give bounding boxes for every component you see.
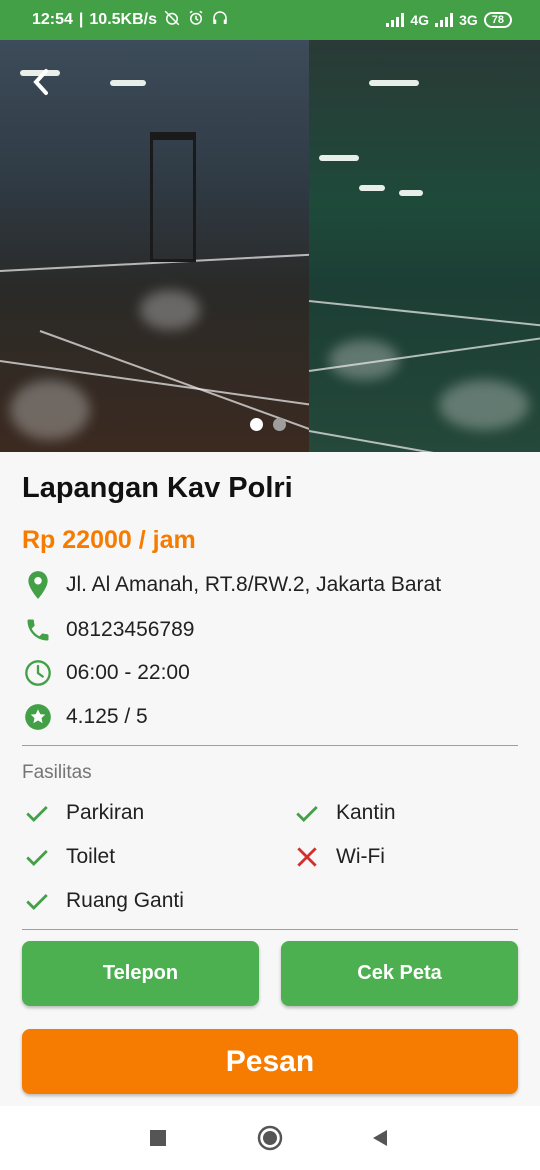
system-nav-bar <box>0 1106 540 1170</box>
back-nav-button[interactable] <box>366 1124 394 1152</box>
phone-icon <box>22 614 54 646</box>
map-button[interactable]: Cek Peta <box>281 941 518 1006</box>
phone-row: 08123456789 <box>22 613 194 647</box>
facility-item: Ruang Ganti <box>22 886 184 916</box>
chevron-left-icon <box>33 69 48 95</box>
venue-name: Lapangan Kav Polri <box>22 472 293 504</box>
page-dot[interactable] <box>273 418 286 431</box>
clock-icon <box>22 657 54 689</box>
venue-price: Rp 22000 / jam <box>22 526 196 554</box>
facility-item: Parkiran <box>22 798 144 828</box>
network-type-1: 4G <box>410 12 430 28</box>
facilities-label: Fasilitas <box>22 762 92 783</box>
network-type-2: 3G <box>459 12 478 28</box>
hours-row: 06:00 - 22:00 <box>22 656 190 690</box>
triangle-back-icon <box>373 1130 387 1146</box>
home-button[interactable] <box>256 1124 284 1152</box>
venue-address: Jl. Al Amanah, RT.8/RW.2, Jakarta Barat <box>66 573 442 596</box>
facility-name: Parkiran <box>66 801 145 824</box>
status-net-speed: 10.5KB/s <box>89 11 157 28</box>
facility-name: Wi-Fi <box>336 845 385 868</box>
signal-icon <box>386 13 405 27</box>
status-bar: 12:54 | 10.5KB/s 4G 3G 78 <box>0 0 540 40</box>
star-icon <box>22 701 54 733</box>
facility-item: Kantin <box>292 798 396 828</box>
back-button[interactable] <box>26 66 58 98</box>
divider <box>22 929 518 930</box>
page-dot-active[interactable] <box>250 418 263 431</box>
facility-name: Ruang Ganti <box>66 889 184 912</box>
alarm-icon <box>187 9 205 32</box>
facility-item: Toilet <box>22 842 115 872</box>
status-time: 12:54 <box>32 11 73 28</box>
check-icon <box>292 798 322 828</box>
call-button[interactable]: Telepon <box>22 941 259 1006</box>
venue-phone: 08123456789 <box>66 618 195 641</box>
facility-item: Wi-Fi <box>292 842 385 872</box>
venue-photo <box>0 40 323 452</box>
circle-icon <box>257 1125 283 1151</box>
divider <box>22 745 518 746</box>
facility-name: Toilet <box>66 845 116 868</box>
book-button[interactable]: Pesan <box>22 1029 518 1094</box>
check-icon <box>22 842 52 872</box>
close-icon <box>292 842 322 872</box>
recents-button[interactable] <box>144 1124 172 1152</box>
address-row: Jl. Al Amanah, RT.8/RW.2, Jakarta Barat <box>22 568 441 602</box>
location-pin-icon <box>22 569 54 601</box>
venue-photo <box>308 40 540 452</box>
battery-icon: 78 <box>483 12 512 28</box>
venue-hours: 06:00 - 22:00 <box>66 661 190 684</box>
venue-rating: 4.125 / 5 <box>66 705 148 728</box>
rating-row: 4.125 / 5 <box>22 700 148 734</box>
alarm-off-icon <box>163 9 181 32</box>
square-icon <box>150 1130 166 1146</box>
check-icon <box>22 886 52 916</box>
facility-name: Kantin <box>336 801 396 824</box>
photo-gallery[interactable] <box>0 40 540 452</box>
check-icon <box>22 798 52 828</box>
battery-level: 78 <box>491 14 504 26</box>
gallery-page-indicator <box>250 418 286 431</box>
headphones-icon <box>211 9 229 32</box>
signal-icon <box>435 13 454 27</box>
